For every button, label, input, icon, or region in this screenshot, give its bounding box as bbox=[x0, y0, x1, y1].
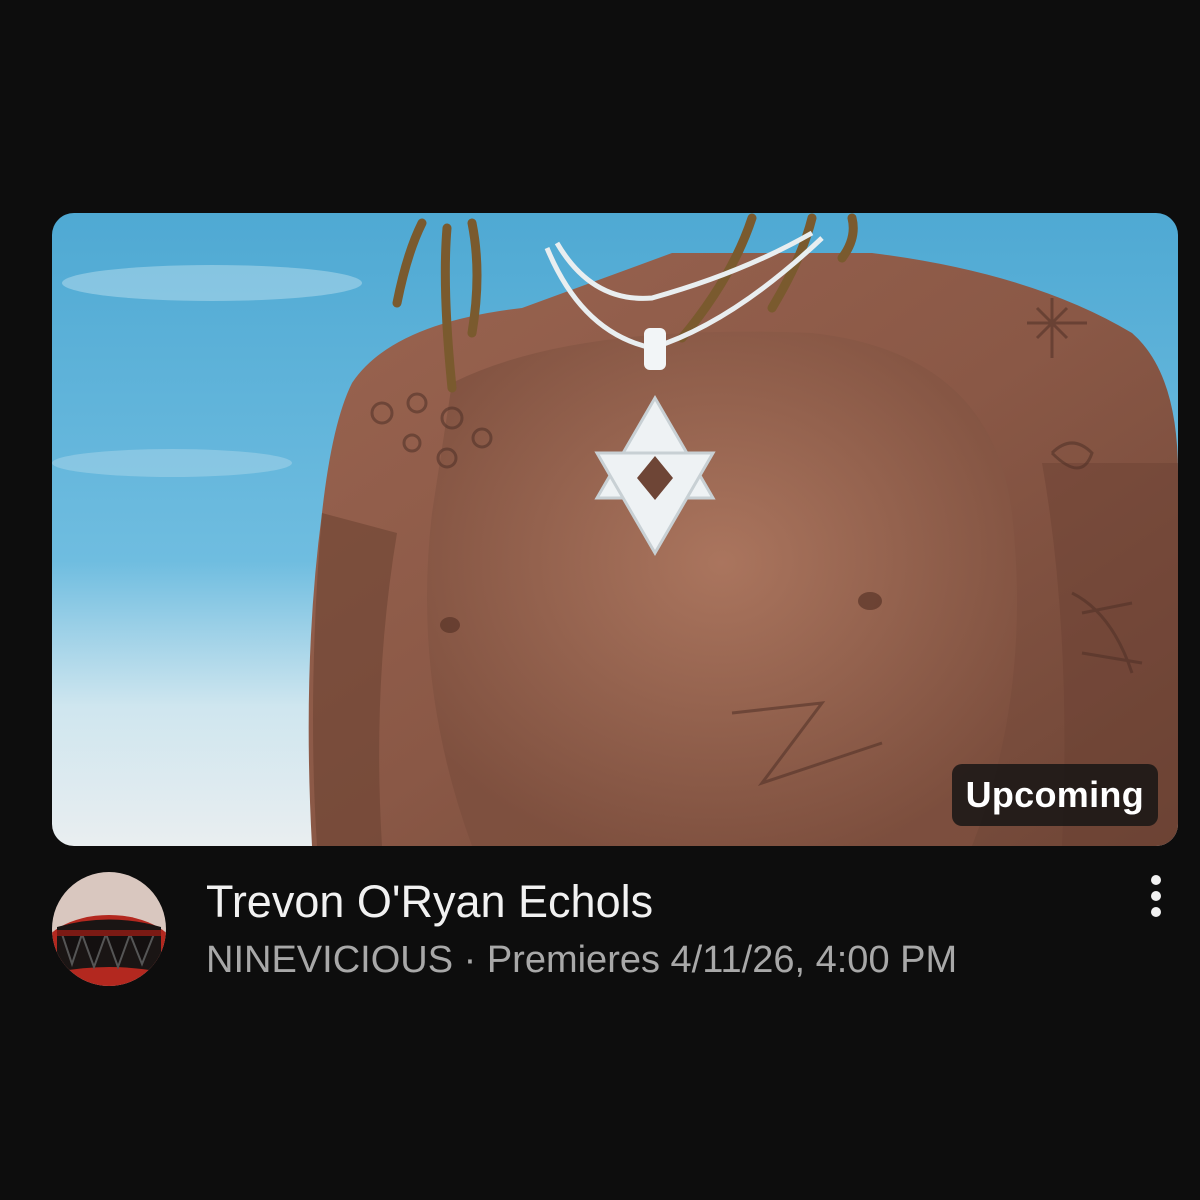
channel-name[interactable]: NINEVICIOUS bbox=[206, 939, 453, 981]
video-thumbnail bbox=[52, 213, 1178, 846]
video-thumbnail-card[interactable]: Upcoming bbox=[52, 213, 1178, 846]
meta-separator: · bbox=[453, 939, 487, 981]
upcoming-badge: Upcoming bbox=[951, 764, 1158, 826]
premiere-date: Premieres 4/11/26, 4:00 PM bbox=[486, 939, 958, 981]
video-meta-row: Trevon O'Ryan Echols NINEVICIOUS · Premi… bbox=[52, 870, 1178, 1000]
more-options-button[interactable] bbox=[1134, 874, 1178, 926]
more-vert-icon bbox=[1151, 875, 1161, 917]
page: Upcoming Trevon O'Ryan Echols NINEVICIOU… bbox=[0, 0, 1200, 1200]
video-title[interactable]: Trevon O'Ryan Echols bbox=[206, 874, 653, 930]
channel-avatar[interactable] bbox=[52, 872, 166, 986]
video-subline: NINEVICIOUS · Premieres 4/11/26, 4:00 PM bbox=[206, 936, 957, 984]
